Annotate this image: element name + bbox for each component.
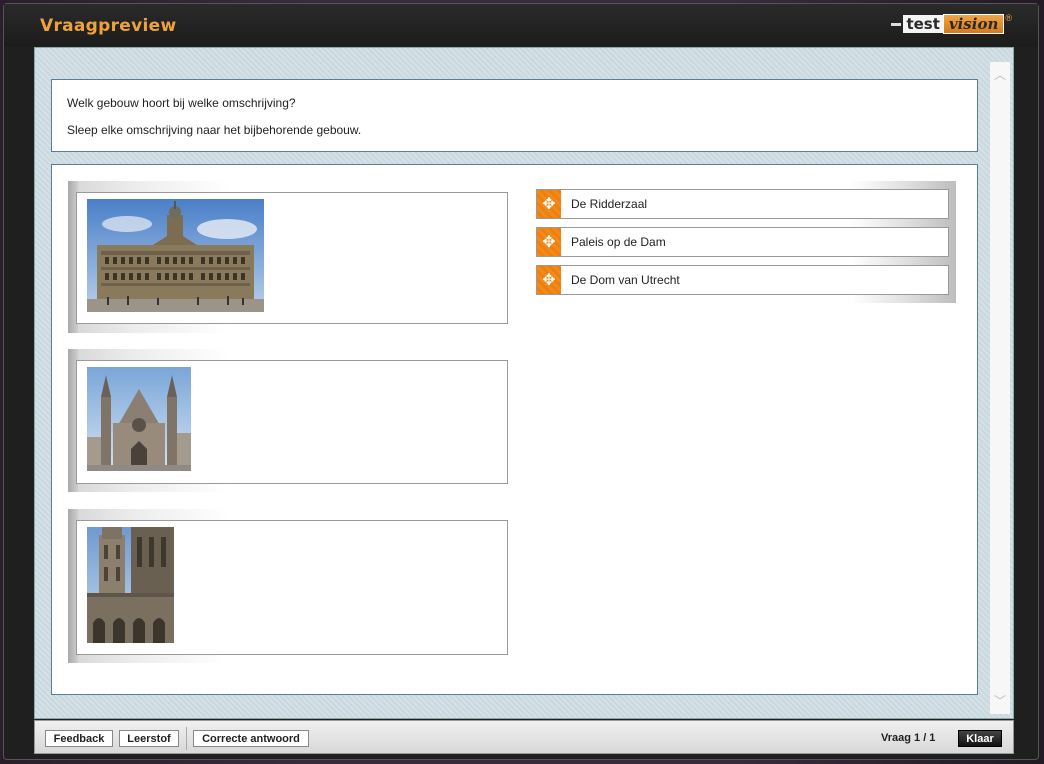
drag-item-label: De Dom van Utrecht bbox=[571, 273, 680, 287]
drop-target-2[interactable] bbox=[76, 360, 508, 484]
dom-van-utrecht-image bbox=[87, 527, 174, 643]
title-bar: Vraagpreview test vision ® bbox=[4, 4, 1038, 46]
feedback-button[interactable]: Feedback bbox=[45, 730, 113, 747]
drag-item-label: Paleis op de Dam bbox=[571, 235, 666, 249]
chevron-down-icon[interactable]: ﹀ bbox=[993, 694, 1007, 708]
drag-item-ridderzaal[interactable]: ✥ De Ridderzaal bbox=[536, 189, 949, 219]
klaar-button[interactable]: Klaar bbox=[958, 730, 1002, 747]
correct-answer-button[interactable]: Correcte antwoord bbox=[193, 730, 309, 747]
drag-items-panel: ✥ De Ridderzaal ✥ Paleis op de Dam ✥ De … bbox=[536, 181, 956, 303]
logo-dash bbox=[891, 22, 902, 26]
drop-target-3[interactable] bbox=[76, 520, 508, 655]
ridderzaal-image bbox=[87, 367, 191, 471]
drag-item-label: De Ridderzaal bbox=[571, 197, 648, 211]
paleis-op-de-dam-image bbox=[87, 199, 264, 312]
footer-toolbar: Feedback Leerstof Correcte antwoord Vraa… bbox=[34, 720, 1014, 754]
window-title: Vraagpreview bbox=[40, 16, 177, 36]
vertical-scrollbar[interactable]: ︿ ﹀ bbox=[990, 62, 1010, 714]
question-prompt: Welk gebouw hoort bij welke omschrijving… bbox=[67, 96, 296, 110]
testvision-logo: test vision ® bbox=[891, 13, 1012, 35]
question-instruction: Sleep elke omschrijving naar het bijbeho… bbox=[67, 123, 362, 137]
question-area: Welk gebouw hoort bij welke omschrijving… bbox=[34, 47, 1014, 719]
drop-target-1[interactable] bbox=[76, 192, 508, 324]
answer-box: ✥ De Ridderzaal ✥ Paleis op de Dam ✥ De … bbox=[51, 164, 978, 695]
question-counter: Vraag 1 / 1 bbox=[881, 732, 936, 744]
move-arrows-icon[interactable]: ✥ bbox=[537, 190, 561, 218]
leerstof-button[interactable]: Leerstof bbox=[119, 730, 179, 747]
logo-test-text: test bbox=[903, 15, 943, 33]
drag-item-dom[interactable]: ✥ De Dom van Utrecht bbox=[536, 265, 949, 295]
logo-registered-mark: ® bbox=[1005, 13, 1012, 23]
move-arrows-icon[interactable]: ✥ bbox=[537, 266, 561, 294]
preview-window: Vraagpreview test vision ® Welk gebouw h… bbox=[3, 3, 1039, 760]
logo-vision-text: vision bbox=[942, 14, 1005, 34]
toolbar-divider bbox=[186, 727, 187, 750]
question-box: Welk gebouw hoort bij welke omschrijving… bbox=[51, 79, 978, 152]
move-arrows-icon[interactable]: ✥ bbox=[537, 228, 561, 256]
chevron-up-icon[interactable]: ︿ bbox=[993, 68, 1007, 82]
drag-item-paleis[interactable]: ✥ Paleis op de Dam bbox=[536, 227, 949, 257]
